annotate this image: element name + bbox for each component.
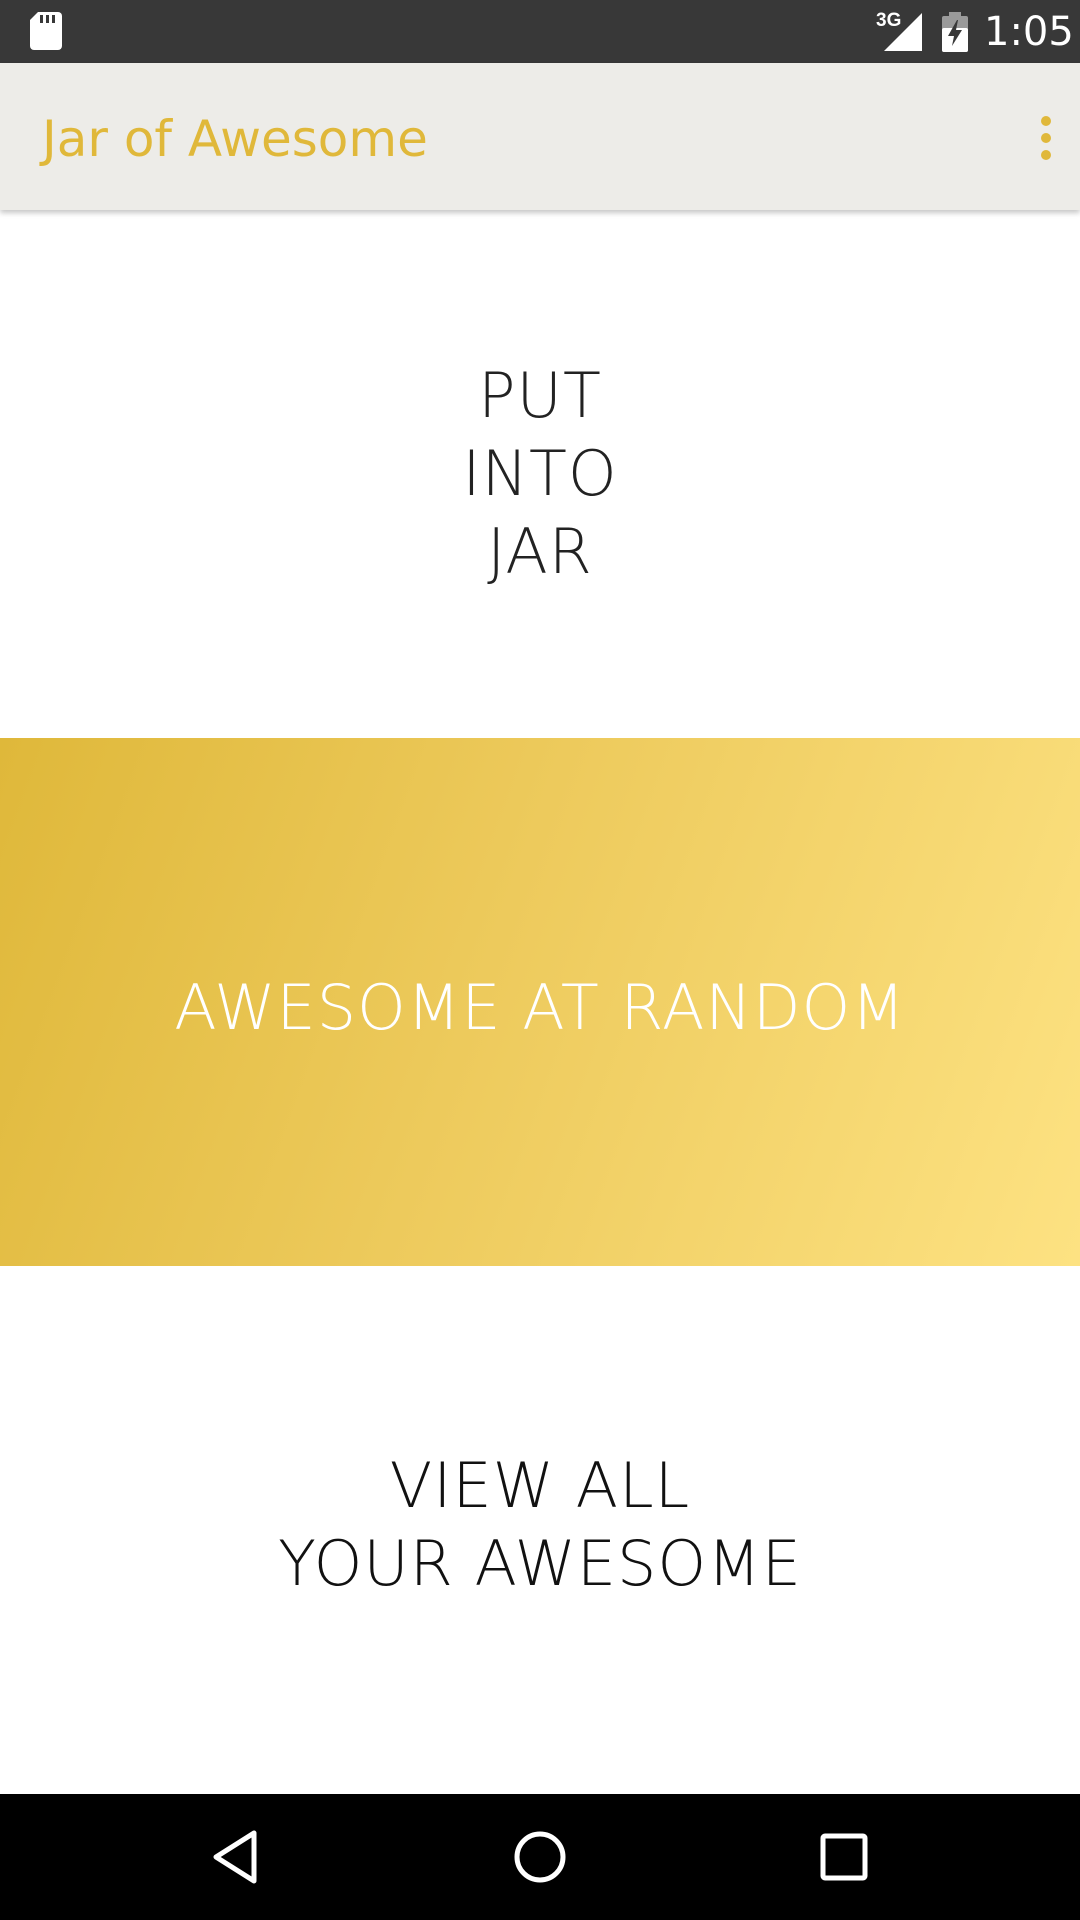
view-all-awesome-label: VIEW ALL YOUR AWESOME <box>278 1447 802 1603</box>
signal-icon <box>884 13 922 51</box>
put-into-jar-line: JAR <box>487 515 593 588</box>
battery-icon <box>942 12 968 52</box>
view-all-awesome-button[interactable]: VIEW ALL YOUR AWESOME <box>0 1266 1080 1794</box>
view-all-line: VIEW ALL <box>389 1449 691 1522</box>
recents-icon[interactable] <box>814 1827 874 1887</box>
put-into-jar-label: PUT INTO JAR <box>462 357 617 591</box>
put-into-jar-line: INTO <box>462 437 618 510</box>
home-icon[interactable] <box>510 1827 570 1887</box>
status-bar: 3G 1:05 <box>0 0 1080 63</box>
put-into-jar-line: PUT <box>478 359 602 432</box>
sd-card-icon <box>30 12 62 50</box>
put-into-jar-button[interactable]: PUT INTO JAR <box>0 210 1080 738</box>
more-vert-icon[interactable] <box>1034 113 1058 163</box>
app-title: Jar of Awesome <box>42 110 428 168</box>
navigation-bar <box>0 1794 1080 1920</box>
awesome-at-random-button[interactable]: AWESOME AT RANDOM <box>0 738 1080 1266</box>
awesome-at-random-label: AWESOME AT RANDOM <box>174 970 906 1044</box>
clock: 1:05 <box>984 9 1074 55</box>
app-bar: Jar of Awesome <box>0 63 1080 210</box>
back-icon[interactable] <box>206 1827 266 1887</box>
view-all-line: YOUR AWESOME <box>278 1527 802 1600</box>
